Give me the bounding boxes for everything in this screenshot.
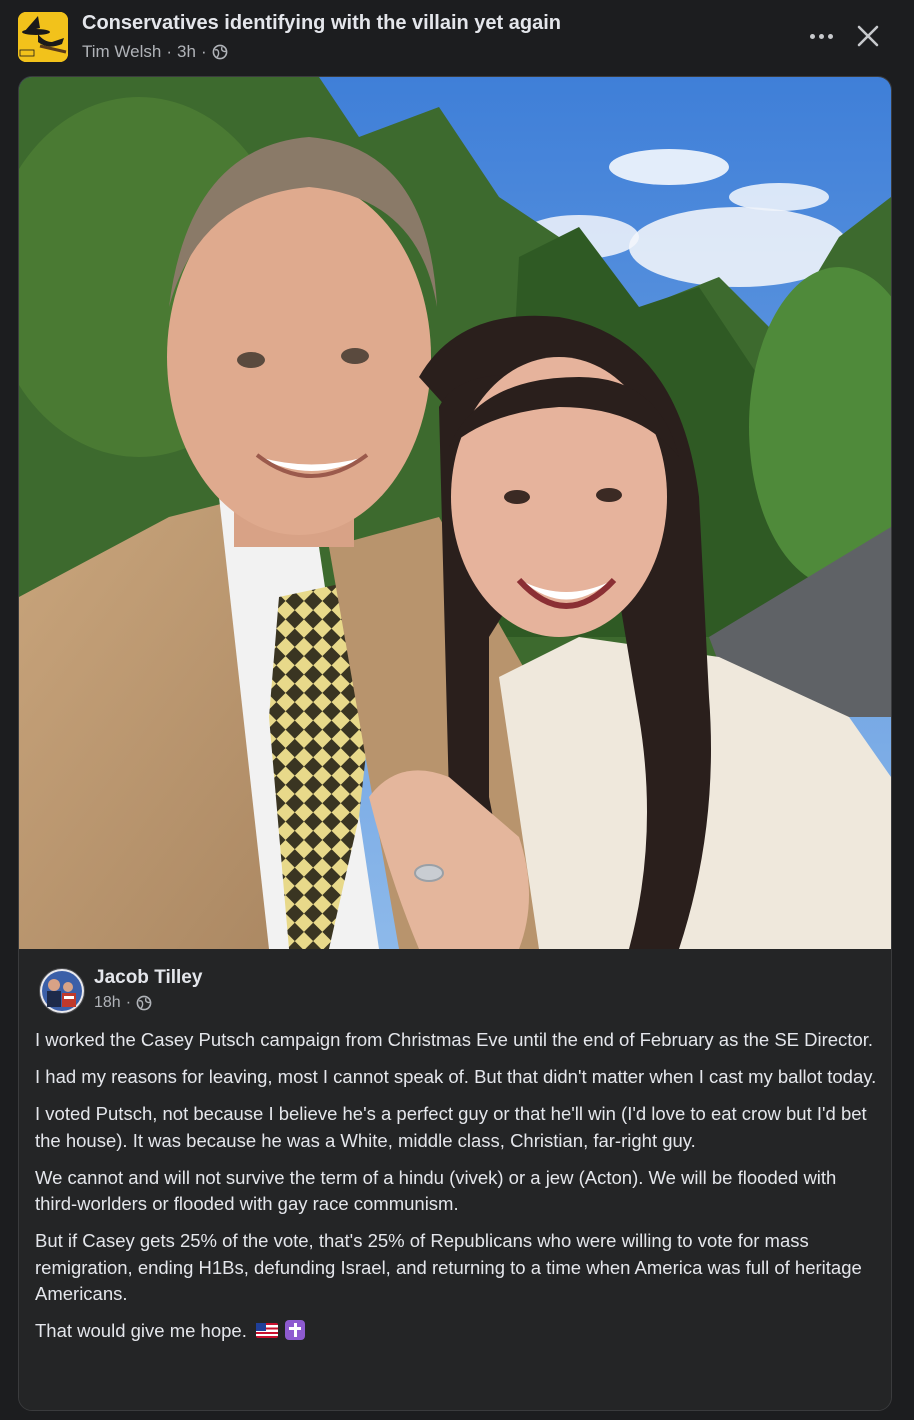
post-paragraph: We cannot and will not survive the term …	[35, 1166, 837, 1215]
profile-picture-icon	[40, 969, 84, 1013]
meta-separator: ·	[200, 42, 207, 61]
shared-post-card[interactable]: Jacob Tilley 18h · I worked the Casey Pu…	[18, 76, 892, 1411]
witch-logo-icon	[18, 12, 68, 62]
post-photo[interactable]	[19, 77, 891, 949]
post-paragraph: But if Casey gets 25% of the vote, that'…	[35, 1230, 862, 1304]
post-author[interactable]: Tim Welsh	[82, 42, 161, 62]
post-paragraph: I worked the Casey Putsch campaign from …	[35, 1029, 874, 1050]
globe-icon	[136, 995, 152, 1011]
close-icon[interactable]	[852, 20, 884, 52]
post-paragraph: I voted Putsch, not because I believe he…	[35, 1103, 867, 1151]
post-header: Conservatives identifying with the villa…	[0, 0, 914, 76]
post-meta: Tim Welsh · 3h ·	[82, 42, 228, 62]
group-avatar[interactable]	[18, 12, 68, 62]
latin-cross-emoji	[285, 1320, 306, 1340]
shared-post-body: I worked the Casey Putsch campaign from …	[35, 1027, 879, 1355]
more-options-icon[interactable]	[806, 23, 836, 49]
couple-photo-image	[19, 77, 891, 949]
post-closing-paragraph: That would give me hope.	[35, 1318, 879, 1345]
author-avatar[interactable]	[39, 968, 85, 1014]
post-title[interactable]: Conservatives identifying with the villa…	[82, 12, 561, 35]
shared-post-meta: 18h ·	[94, 994, 152, 1012]
meta-separator: ·	[166, 42, 173, 61]
post-time[interactable]: 3h	[177, 42, 196, 62]
post-paragraph: I had my reasons for leaving, most I can…	[35, 1066, 877, 1087]
shared-post-author[interactable]: Jacob Tilley	[94, 967, 202, 989]
post-closing-line: That would give me hope.	[35, 1320, 247, 1341]
shared-post-time[interactable]: 18h	[94, 994, 121, 1012]
meta-separator: ·	[125, 994, 132, 1011]
shared-post[interactable]: Jacob Tilley 18h · I worked the Casey Pu…	[19, 949, 891, 1410]
us-flag-emoji	[256, 1323, 278, 1338]
globe-icon	[212, 44, 228, 60]
